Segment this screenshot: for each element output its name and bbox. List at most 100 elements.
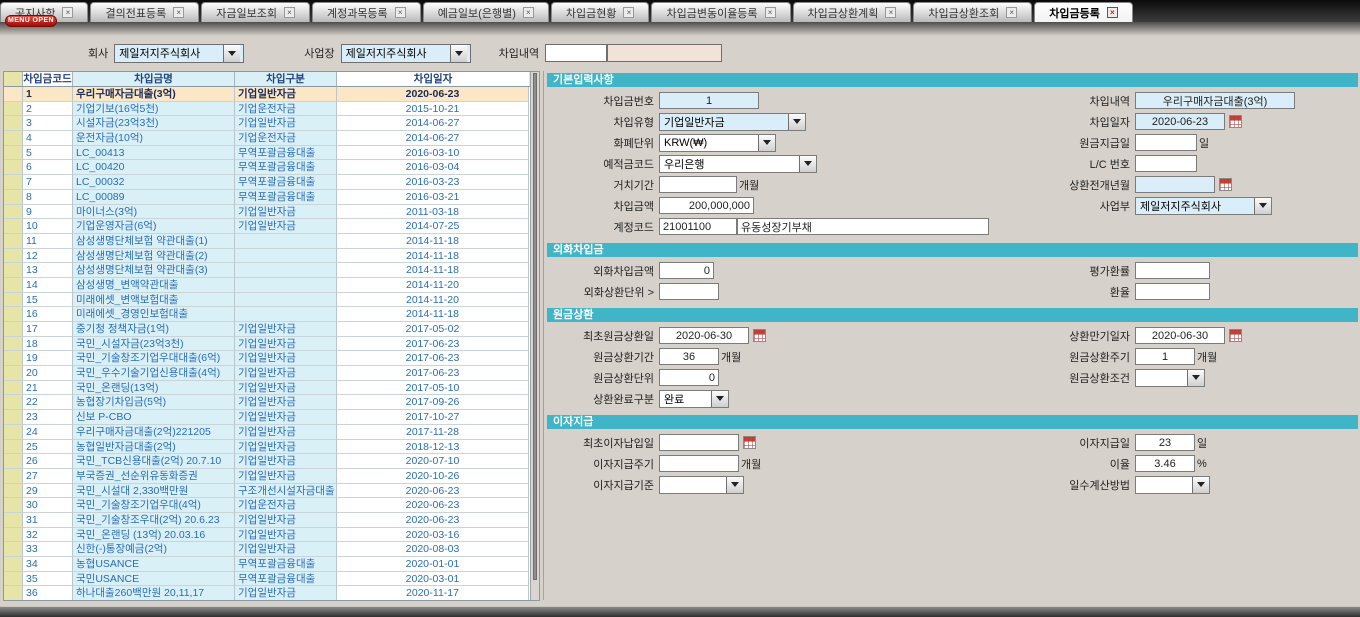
chevron-down-icon[interactable] xyxy=(223,45,240,62)
row-selector[interactable] xyxy=(4,513,23,528)
table-row[interactable]: 17중기청 정책자금(1억)기업일반자금2017-05-02 xyxy=(4,322,530,337)
table-row[interactable]: 14삼성생명_변액약관대출2014-11-20 xyxy=(4,278,530,293)
table-row[interactable]: 11삼성생명단체보험 약관대출(1)2014-11-18 xyxy=(4,234,530,249)
row-selector[interactable] xyxy=(4,190,23,205)
tab-item[interactable]: 예금일보(은행별)× xyxy=(423,2,549,22)
fx-repay-unit-input[interactable] xyxy=(659,283,719,300)
account-name-input[interactable] xyxy=(737,218,989,235)
grace-period-input[interactable] xyxy=(659,176,737,193)
close-icon[interactable]: × xyxy=(62,7,73,18)
close-icon[interactable]: × xyxy=(885,7,896,18)
table-row[interactable]: 4운전자금(10억)기업운전자금2014-06-27 xyxy=(4,131,530,146)
table-row[interactable]: 30국민_기술창조기업우대(4억)기업운전자금2020-06-23 xyxy=(4,498,530,513)
table-row[interactable]: 10기업운영자금(6억)기업일반자금2014-07-25 xyxy=(4,219,530,234)
table-row[interactable]: 13삼성생명단체보험 약관대출(3)2014-11-18 xyxy=(4,263,530,278)
loan-desc-input[interactable] xyxy=(1135,92,1295,109)
interest-day-input[interactable] xyxy=(1135,434,1195,451)
close-icon[interactable]: × xyxy=(173,7,184,18)
table-row[interactable]: 16미래에셋_경영인보험대출2014-11-18 xyxy=(4,307,530,322)
exchange-rate-input[interactable] xyxy=(1135,283,1210,300)
scrollbar-thumb[interactable] xyxy=(533,73,537,580)
loan-amount-input[interactable] xyxy=(659,197,754,214)
chevron-down-icon[interactable] xyxy=(799,156,816,172)
interest-cycle-input[interactable] xyxy=(659,455,739,472)
site-select[interactable]: 제일저지주식회사 xyxy=(341,44,471,63)
chevron-down-icon[interactable] xyxy=(711,391,728,407)
maturity-date-input[interactable] xyxy=(1135,327,1225,344)
table-row[interactable]: 24우리구매자금대출(2억)221205기업일반자금2017-11-28 xyxy=(4,425,530,440)
loan-date-input[interactable] xyxy=(1135,113,1225,130)
row-selector[interactable] xyxy=(4,116,23,131)
row-selector[interactable] xyxy=(4,263,23,278)
close-icon[interactable]: × xyxy=(1006,7,1017,18)
close-icon[interactable]: × xyxy=(284,7,295,18)
table-row[interactable]: 5LC_00413무역포괄금융대출2016-03-10 xyxy=(4,146,530,161)
interest-rate-input[interactable] xyxy=(1135,455,1195,472)
table-row[interactable]: 6LC_00420무역포괄금융대출2016-03-04 xyxy=(4,160,530,175)
table-row[interactable]: 29국민_시설대 2,330백만원구조개선시설자금대출2020-06-23 xyxy=(4,484,530,499)
chevron-down-icon[interactable] xyxy=(450,45,467,62)
deposit-code-select[interactable]: 우리은행 xyxy=(659,155,817,173)
row-selector[interactable] xyxy=(4,557,23,572)
row-selector[interactable] xyxy=(4,175,23,190)
row-selector[interactable] xyxy=(4,102,23,117)
calendar-icon[interactable] xyxy=(753,329,766,342)
repay-cond-select[interactable] xyxy=(1135,369,1205,387)
chevron-down-icon[interactable] xyxy=(1192,477,1209,493)
table-row[interactable]: 18국민_시설자금(23억3천)기업일반자금2017-06-23 xyxy=(4,337,530,352)
row-selector[interactable] xyxy=(4,322,23,337)
day-count-select[interactable] xyxy=(1135,476,1210,494)
row-selector[interactable] xyxy=(4,337,23,352)
tab-item[interactable]: 차입금변동이율등록× xyxy=(651,2,790,22)
close-icon[interactable]: × xyxy=(623,7,634,18)
menu-open-button[interactable]: MENU OPEN xyxy=(5,15,57,27)
row-selector[interactable] xyxy=(4,219,23,234)
table-row[interactable]: 3시설자금(23억3천)기업일반자금2014-06-27 xyxy=(4,116,530,131)
tab-item[interactable]: 자금일보조회× xyxy=(201,2,310,22)
row-selector[interactable] xyxy=(4,528,23,543)
calendar-icon[interactable] xyxy=(1229,115,1242,128)
chevron-down-icon[interactable] xyxy=(726,477,743,493)
close-icon[interactable]: × xyxy=(523,7,534,18)
chevron-down-icon[interactable] xyxy=(1254,198,1271,214)
table-row[interactable]: 34농협USANCE무역포괄금융대출2020-01-01 xyxy=(4,557,530,572)
table-row[interactable]: 15미래에셋_변액보험대출2014-11-20 xyxy=(4,293,530,308)
loan-desc-code-input[interactable] xyxy=(545,44,607,62)
close-icon[interactable]: × xyxy=(1107,7,1118,18)
table-row[interactable]: 12삼성생명단체보험 약관대출(2)2014-11-18 xyxy=(4,249,530,264)
table-row[interactable]: 25농협일반자금대출(2억)기업일반자금2018-12-13 xyxy=(4,440,530,455)
repay-unit-input[interactable] xyxy=(659,369,719,386)
table-row[interactable]: 23신보 P-CBO기업일반자금2017-10-27 xyxy=(4,410,530,425)
tab-item[interactable]: 차입금상환조회× xyxy=(913,2,1032,22)
row-selector[interactable] xyxy=(4,469,23,484)
table-row[interactable]: 7LC_00032무역포괄금융대출2016-03-23 xyxy=(4,175,530,190)
table-row[interactable]: 19국민_기술창조기업우대대출(6억)기업일반자금2017-06-23 xyxy=(4,351,530,366)
table-row[interactable]: 20국민_우수기술기업신용대출(4억)기업일반자금2017-06-23 xyxy=(4,366,530,381)
row-selector[interactable] xyxy=(4,160,23,175)
calendar-icon[interactable] xyxy=(1229,329,1242,342)
table-row[interactable]: 26국민_TCB신용대출(2억) 20.7.10기업일반자금2020-07-10 xyxy=(4,454,530,469)
row-selector[interactable] xyxy=(4,146,23,161)
eval-rate-input[interactable] xyxy=(1135,262,1210,279)
close-icon[interactable]: × xyxy=(765,7,776,18)
row-selector[interactable] xyxy=(4,440,23,455)
column-header-type[interactable]: 차입구분 xyxy=(235,72,337,86)
row-selector[interactable] xyxy=(4,542,23,557)
first-interest-date-input[interactable] xyxy=(659,434,739,451)
table-row[interactable]: 36하나대출260백만원 20,11,17기업일반자금2020-11-17 xyxy=(4,586,530,600)
table-row[interactable]: 8LC_00089무역포괄금융대출2016-03-21 xyxy=(4,190,530,205)
account-code-input[interactable] xyxy=(659,218,737,235)
repay-period-input[interactable] xyxy=(659,348,719,365)
row-selector[interactable] xyxy=(4,249,23,264)
row-selector[interactable] xyxy=(4,293,23,308)
table-row[interactable]: 22농협장기차입금(5억)기업일반자금2017-09-26 xyxy=(4,395,530,410)
tab-item[interactable]: 차입금상환계획× xyxy=(793,2,912,22)
close-icon[interactable]: × xyxy=(395,7,406,18)
tab-item[interactable]: 차입금현황× xyxy=(551,2,650,22)
table-row[interactable]: 32국민_온랜딩 (13억) 20.03.16기업일반자금2020-03-16 xyxy=(4,528,530,543)
table-row[interactable]: 33신한(-)통장예금(2억)기업일반자금2020-08-03 xyxy=(4,542,530,557)
chevron-down-icon[interactable] xyxy=(1187,370,1204,386)
division-select[interactable]: 제일저지주식회사 xyxy=(1135,197,1272,215)
table-scrollbar[interactable] xyxy=(530,72,539,600)
row-selector[interactable] xyxy=(4,366,23,381)
